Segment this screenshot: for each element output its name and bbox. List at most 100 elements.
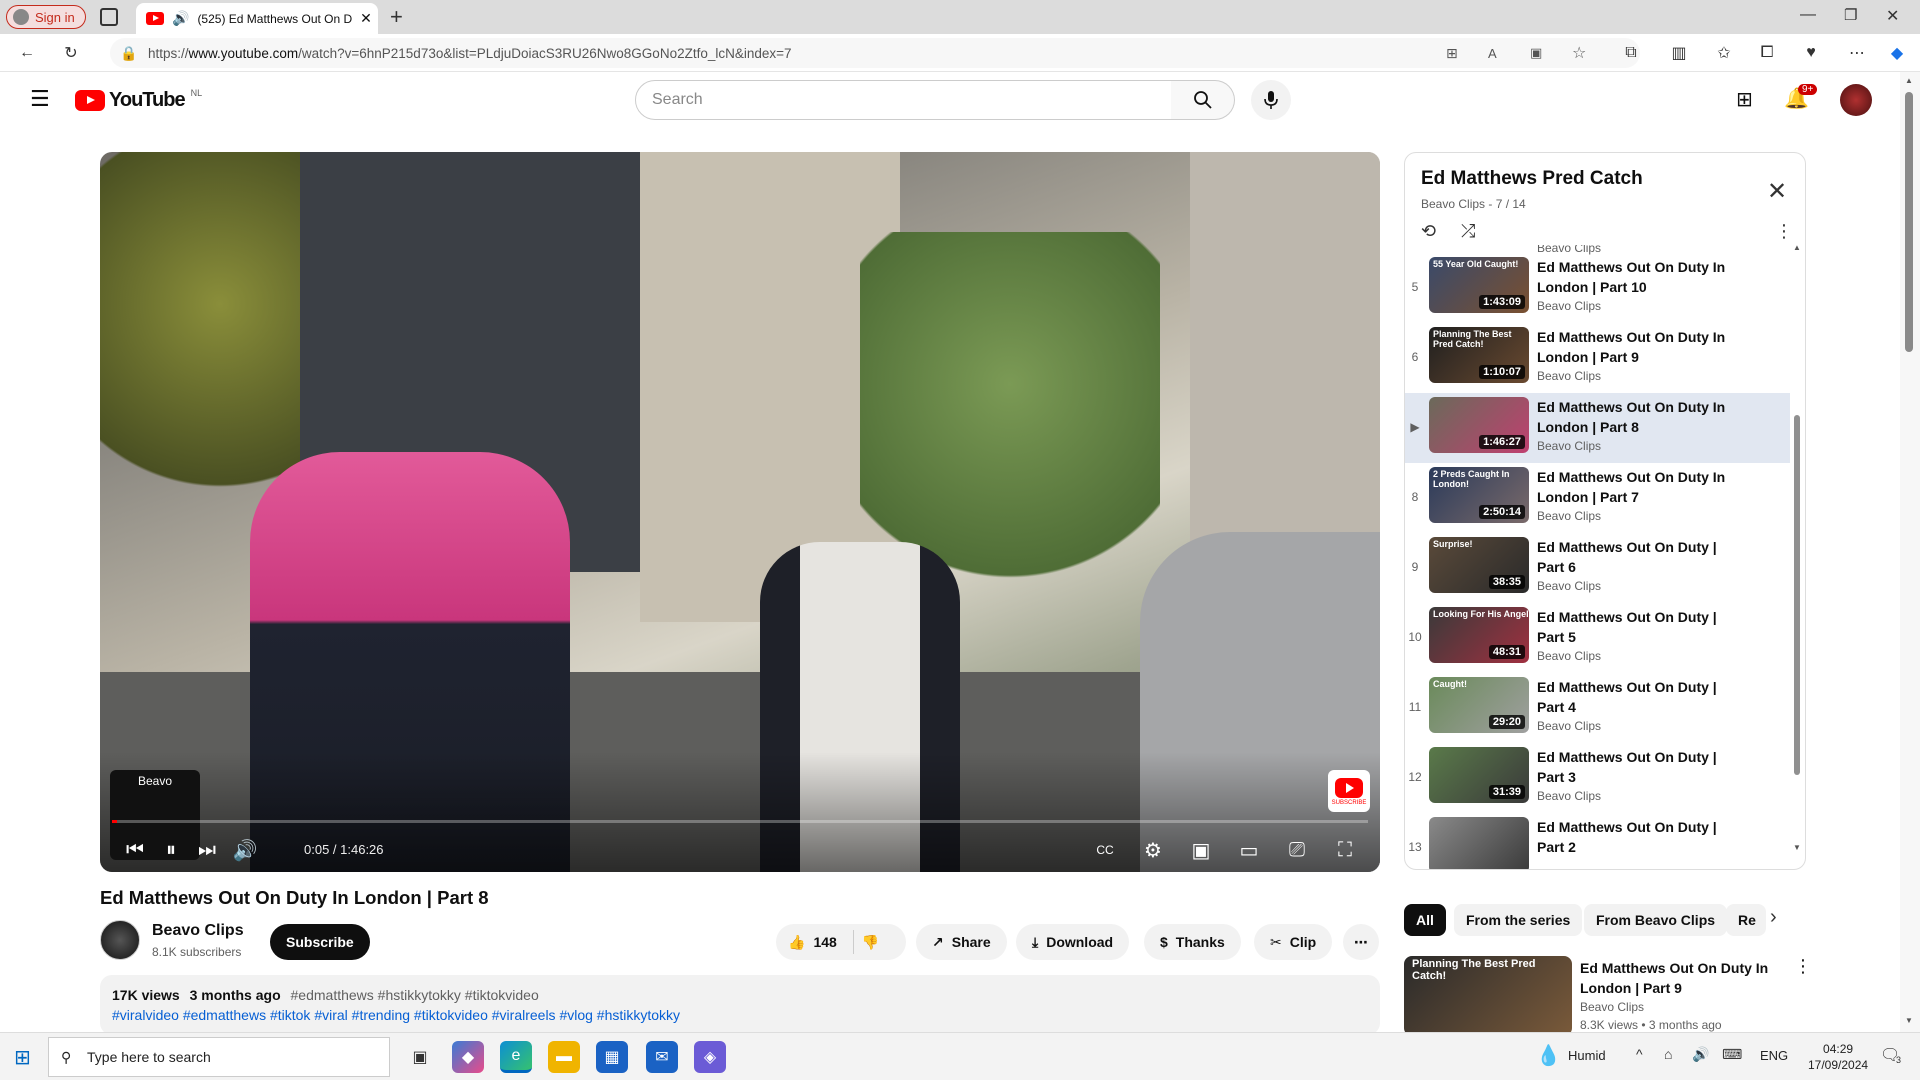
page-scroll-down-icon[interactable]: ▼ xyxy=(1905,1016,1913,1025)
volume-tray-icon[interactable]: 🔊 xyxy=(1692,1046,1709,1063)
theater-mode-icon[interactable]: ▭ xyxy=(1234,832,1264,868)
playlist-item-title[interactable]: Ed Matthews Out On Duty | Part 6 xyxy=(1537,537,1742,577)
playlist-item-thumbnail[interactable]: 31:39 xyxy=(1429,747,1529,803)
edge-browser-icon[interactable]: e xyxy=(500,1041,532,1073)
refresh-icon[interactable]: ↻ xyxy=(60,42,82,64)
page-scroll-thumb[interactable] xyxy=(1905,92,1913,352)
taskbar-search-input[interactable]: ⚲ Type here to search xyxy=(48,1037,390,1077)
fullscreen-icon[interactable]: ⛶ xyxy=(1330,832,1360,868)
thanks-button[interactable]: $ Thanks xyxy=(1144,924,1241,960)
file-explorer-icon[interactable]: ▬ xyxy=(548,1041,580,1073)
store-icon[interactable]: ▦ xyxy=(596,1041,628,1073)
playlist-item-title[interactable]: Ed Matthews Out On Duty | Part 4 xyxy=(1537,677,1742,717)
pause-icon[interactable]: ⏸ xyxy=(156,832,186,868)
playlist-more-icon[interactable]: ⋮ xyxy=(1775,221,1793,242)
create-video-icon[interactable]: ⊞ xyxy=(1736,87,1753,112)
security-app-icon[interactable]: ◈ xyxy=(694,1041,726,1073)
loop-icon[interactable]: ⟲ xyxy=(1421,221,1436,242)
youtube-logo[interactable]: YouTube NL xyxy=(75,88,202,112)
page-scroll-up-icon[interactable]: ▲ xyxy=(1905,76,1913,85)
window-close-icon[interactable]: ✕ xyxy=(1886,6,1899,26)
cast-icon[interactable]: ⎚ xyxy=(1282,832,1312,868)
lock-icon[interactable]: 🔒 xyxy=(120,45,137,62)
chip-from-series[interactable]: From the series xyxy=(1454,904,1583,936)
scroll-up-icon[interactable]: ▲ xyxy=(1793,243,1801,252)
playlist-title[interactable]: Ed Matthews Pred Catch xyxy=(1421,168,1643,190)
shuffle-icon[interactable]: ⤮ xyxy=(1461,221,1475,242)
subscribe-watermark[interactable]: SUBSCRIBE xyxy=(1328,770,1370,812)
next-icon[interactable]: ⏭ xyxy=(192,832,222,868)
like-count[interactable]: 148 xyxy=(813,934,836,950)
playlist-item-thumbnail[interactable]: 2 Preds Caught In London! 2:50:14 xyxy=(1429,467,1529,523)
playlist-item[interactable]: ▶ 1:46:27 Ed Matthews Out On Duty In Londo… xyxy=(1405,393,1790,463)
video-player[interactable]: Beavo SUBSCRIBE ⏮ ⏸ ⏭ 🔊 0:05 / 1:46:26 C… xyxy=(100,152,1380,872)
share-button[interactable]: ↗ Share xyxy=(916,924,1007,960)
subscribe-button[interactable]: Subscribe xyxy=(270,924,370,960)
channel-avatar[interactable] xyxy=(100,920,140,960)
network-icon[interactable]: ⌂ xyxy=(1664,1046,1672,1062)
browser-signin-button[interactable]: Sign in xyxy=(6,5,86,29)
chip-all[interactable]: All xyxy=(1404,904,1446,936)
split-screen-icon[interactable]: ▥ xyxy=(1668,42,1690,64)
playlist-item-thumbnail[interactable]: Looking For His Angel 48:31 xyxy=(1429,607,1529,663)
scroll-down-icon[interactable]: ▼ xyxy=(1793,843,1801,852)
taskbar-clock[interactable]: 04:29 17/09/2024 xyxy=(1808,1041,1868,1073)
settings-more-icon[interactable]: ⋯ xyxy=(1846,42,1868,64)
read-aloud-icon[interactable]: A xyxy=(1488,46,1497,61)
new-tab-button[interactable]: + xyxy=(390,4,403,30)
extensions-icon[interactable]: ⧉ xyxy=(1620,42,1642,64)
back-icon[interactable]: ← xyxy=(16,42,38,64)
playlist-item-thumbnail[interactable]: 1:46:27 xyxy=(1429,397,1529,453)
recommended-more-icon[interactable]: ⋮ xyxy=(1794,956,1812,977)
collections-icon[interactable]: ⧠ xyxy=(1756,42,1778,64)
playlist-close-icon[interactable]: ✕ xyxy=(1767,177,1787,206)
immersive-reader-icon[interactable]: ▣ xyxy=(1530,45,1542,61)
weather-text[interactable]: Humid xyxy=(1568,1048,1606,1063)
subtitles-icon[interactable]: CC xyxy=(1090,832,1120,868)
playlist-item-thumbnail[interactable]: Planning The Best Pred Catch! 1:10:07 xyxy=(1429,327,1529,383)
playlist-item[interactable]: 11 Caught! 29:20 Ed Matthews Out On Duty | … xyxy=(1405,673,1790,743)
playlist-item-title[interactable]: Ed Matthews Out On Duty | Part 2 xyxy=(1537,817,1742,857)
playlist-item[interactable]: 12 31:39 Ed Matthews Out On Duty | Part 3 B… xyxy=(1405,743,1790,813)
playlist-item[interactable]: 5 55 Year Old Caught! 1:43:09 Ed Matthews O… xyxy=(1405,253,1790,323)
tray-chevron-icon[interactable]: ^ xyxy=(1636,1046,1643,1062)
playlist-scrollbar[interactable]: ▲ ▼ xyxy=(1793,243,1801,853)
task-view-icon[interactable]: ▣ xyxy=(404,1041,436,1073)
chip-from-channel[interactable]: From Beavo Clips xyxy=(1584,904,1728,936)
dislike-icon[interactable]: 👎 xyxy=(862,934,879,951)
app-available-icon[interactable]: ⊞ xyxy=(1446,45,1458,62)
url-field[interactable]: 🔒 https://www.youtube.com/watch?v=6hnP21… xyxy=(110,38,1640,68)
description-box[interactable]: 17K views 3 months ago #edmatthews #hsti… xyxy=(100,975,1380,1035)
playlist-item-title[interactable]: Ed Matthews Out On Duty | Part 5 xyxy=(1537,607,1742,647)
playlist-item-title[interactable]: Ed Matthews Out On Duty In London | Part… xyxy=(1537,327,1742,367)
recommended-video[interactable]: Planning The Best Pred Catch! Ed Matthew… xyxy=(1404,956,1824,1036)
tab-actions-icon[interactable] xyxy=(100,8,118,26)
mail-icon[interactable]: ✉ xyxy=(646,1041,678,1073)
chip-partial[interactable]: Re xyxy=(1726,904,1766,936)
playlist-scroll-thumb[interactable] xyxy=(1794,415,1800,775)
menu-icon[interactable]: ☰ xyxy=(30,86,50,112)
progress-bar[interactable] xyxy=(112,820,1368,823)
more-actions-button[interactable]: ⋯ xyxy=(1343,924,1379,960)
favorite-star-icon[interactable]: ☆ xyxy=(1572,43,1586,63)
playlist-item[interactable]: 8 2 Preds Caught In London! 2:50:14 Ed Matt… xyxy=(1405,463,1790,533)
playlist-item-title[interactable]: Ed Matthews Out On Duty In London | Part… xyxy=(1537,467,1742,507)
description-hashtags[interactable]: #edmatthews #hstikkytokky #tiktokvideo xyxy=(291,987,539,1003)
windows-start-icon[interactable]: ⊞ xyxy=(14,1045,31,1070)
channel-name[interactable]: Beavo Clips xyxy=(152,922,244,940)
weather-icon[interactable]: 💧 xyxy=(1536,1043,1561,1068)
browser-tab-active[interactable]: 🔊 (525) Ed Matthews Out On D ✕ xyxy=(136,3,378,34)
search-input[interactable]: Search xyxy=(635,80,1172,120)
favorites-icon[interactable]: ✩ xyxy=(1713,42,1735,64)
settings-gear-icon[interactable]: ⚙ xyxy=(1138,832,1168,868)
description-hashtags-links[interactable]: #viralvideo #edmatthews #tiktok #viral #… xyxy=(112,1007,1368,1023)
keyboard-icon[interactable]: ⌨ xyxy=(1722,1046,1742,1063)
playlist-item[interactable]: 10 Looking For His Angel 48:31 Ed Matthews … xyxy=(1405,603,1790,673)
page-scrollbar[interactable]: ▲ ▼ xyxy=(1900,72,1920,1032)
playlist-item[interactable]: 13 Ed Matthews Out On Duty | Part 2 xyxy=(1405,813,1790,869)
voice-search-button[interactable] xyxy=(1251,80,1291,120)
playlist-item[interactable]: 6 Planning The Best Pred Catch! 1:10:07 Ed … xyxy=(1405,323,1790,393)
like-icon[interactable]: 👍 xyxy=(788,934,805,951)
tab-close-icon[interactable]: ✕ xyxy=(360,10,372,27)
playlist-item-title[interactable]: Ed Matthews Out On Duty In London | Part… xyxy=(1537,397,1742,437)
